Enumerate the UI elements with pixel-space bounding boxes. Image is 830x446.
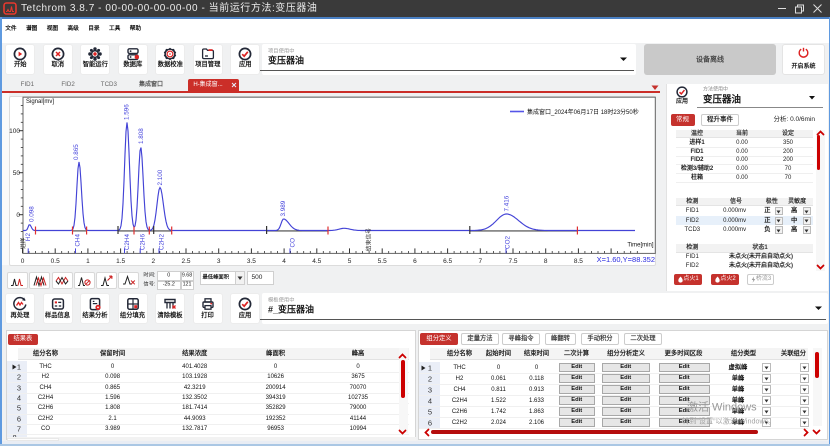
svg-text:7.416: 7.416 bbox=[503, 195, 510, 211]
svg-text:3.989: 3.989 bbox=[280, 200, 287, 216]
svg-text:8: 8 bbox=[544, 258, 548, 265]
svg-text:0.098: 0.098 bbox=[28, 206, 35, 222]
svg-text:CH4: CH4 bbox=[74, 234, 81, 247]
svg-text:C2H2: C2H2 bbox=[158, 234, 165, 251]
svg-text:50: 50 bbox=[13, 170, 21, 177]
svg-text:CO: CO bbox=[289, 238, 296, 248]
svg-text:Time[min]: Time[min] bbox=[627, 243, 653, 249]
svg-text:1.596: 1.596 bbox=[123, 104, 130, 120]
svg-text:C2H6: C2H6 bbox=[139, 234, 146, 251]
svg-text:2.5: 2.5 bbox=[181, 258, 190, 265]
svg-text:6: 6 bbox=[413, 258, 417, 265]
svg-text:1.808: 1.808 bbox=[138, 128, 145, 144]
svg-text:1.5: 1.5 bbox=[116, 258, 125, 265]
svg-text:7: 7 bbox=[478, 258, 482, 265]
svg-text:0: 0 bbox=[21, 258, 25, 265]
svg-text:5.5: 5.5 bbox=[378, 258, 387, 265]
svg-text:CO2: CO2 bbox=[504, 236, 511, 249]
svg-text:0.5: 0.5 bbox=[51, 258, 60, 265]
svg-text:8.5: 8.5 bbox=[574, 258, 583, 265]
svg-text:X=1.60,Y=88.352: X=1.60,Y=88.352 bbox=[597, 255, 655, 264]
svg-text:100: 100 bbox=[9, 128, 20, 135]
svg-text:6.5: 6.5 bbox=[443, 258, 452, 265]
svg-text:3: 3 bbox=[217, 258, 221, 265]
svg-text:5: 5 bbox=[348, 258, 352, 265]
svg-text:进样: 进样 bbox=[19, 237, 27, 249]
svg-text:0.865: 0.865 bbox=[73, 144, 80, 160]
svg-text:3.5: 3.5 bbox=[247, 258, 256, 265]
svg-text:1: 1 bbox=[86, 258, 90, 265]
svg-text:Signal[mv]: Signal[mv] bbox=[26, 99, 54, 105]
svg-text:C2H4: C2H4 bbox=[124, 234, 131, 251]
svg-text:7.5: 7.5 bbox=[508, 258, 517, 265]
svg-text:结束信号: 结束信号 bbox=[364, 228, 372, 251]
svg-text:2: 2 bbox=[151, 258, 155, 265]
svg-text:4: 4 bbox=[282, 258, 286, 265]
svg-text:2.100: 2.100 bbox=[157, 169, 164, 185]
svg-text:4.5: 4.5 bbox=[312, 258, 321, 265]
svg-text:集成窗口_2024年06月17日 18时23分50秒: 集成窗口_2024年06月17日 18时23分50秒 bbox=[527, 108, 639, 116]
svg-text:0: 0 bbox=[16, 212, 20, 219]
